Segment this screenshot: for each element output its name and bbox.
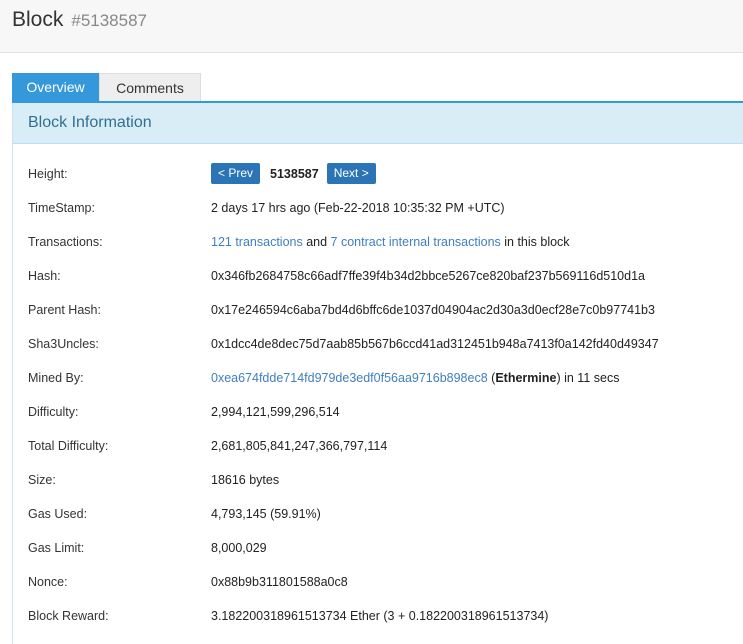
hash-value: 0x346fb2684758c66adf7ffe39f4b34d2bbce526… [211,269,645,283]
page-title-text: Block [12,8,64,31]
size-label: Size: [28,473,56,487]
gas-limit-label: Gas Limit: [28,541,85,555]
timestamp-value: 2 days 17 hrs ago (Feb-22-2018 10:35:32 … [211,201,505,215]
page-header: Block #5138587 [0,0,743,53]
gas-used-label: Gas Used: [28,507,88,521]
miner-address-link[interactable]: 0xea674fdde714fd979de3edf0f56aa9716b898e… [211,371,488,385]
prev-block-button[interactable]: < Prev [211,163,261,184]
size-value: 18616 bytes [211,473,280,487]
gas-used-value: 4,793,145 (59.91%) [211,507,321,521]
row-total-difficulty: Total Difficulty: 2,681,805,841,247,366,… [13,433,743,459]
row-parent-hash: Parent Hash: 0x17e246594c6aba7bd4d6bffc6… [13,297,743,323]
next-block-button[interactable]: Next > [326,163,376,184]
total-difficulty-label: Total Difficulty: [28,439,109,453]
row-difficulty: Difficulty: 2,994,121,599,296,514 [13,399,743,425]
tab-overview[interactable]: Overview [12,73,99,102]
row-size: Size: 18616 bytes [13,467,743,493]
row-gas-limit: Gas Limit: 8,000,029 [13,535,743,561]
gas-limit-value: 8,000,029 [211,541,267,555]
row-height: Height: < Prev 5138587 Next > [13,161,743,187]
height-label: Height: [28,167,68,181]
transactions-label: Transactions: [28,235,103,249]
row-sha3uncles: Sha3Uncles: 0x1dcc4de8dec75d7aab85b567b6… [13,331,743,357]
difficulty-value: 2,994,121,599,296,514 [211,405,340,419]
block-info-panel: Block Information Height: < Prev 5138587 N… [12,103,743,644]
block-reward-value: 3.182200318961513734 Ether (3 + 0.182200… [211,609,549,623]
mining-pool-name: Ethermine [495,371,557,385]
row-transactions: Transactions: 121 transactions and 7 con… [13,229,743,255]
transactions-suffix: in this block [500,235,570,249]
parent-hash-label: Parent Hash: [28,303,101,317]
row-nonce: Nonce: 0x88b9b311801588a0c8 [13,569,743,595]
tab-bar: Overview Comments [12,73,201,102]
difficulty-label: Difficulty: [28,405,79,419]
row-gas-used: Gas Used: 4,793,145 (59.91%) [13,501,743,527]
sha3uncles-label: Sha3Uncles: [28,337,99,351]
internal-transactions-link[interactable]: 7 contract internal transactions [331,235,501,249]
mined-by-close: ) in 11 secs [556,371,620,385]
timestamp-label: TimeStamp: [28,201,95,215]
sha3uncles-value: 0x1dcc4de8dec75d7aab85b567b6ccd41ad31245… [211,337,659,351]
hash-label: Hash: [28,269,61,283]
block-id: #5138587 [71,11,147,30]
transactions-value: 121 transactions and 7 contract internal… [211,235,570,249]
height-value: < Prev 5138587 Next > [211,163,376,184]
block-reward-label: Block Reward: [28,609,109,623]
row-timestamp: TimeStamp: 2 days 17 hrs ago (Feb-22-201… [13,195,743,221]
page-title: Block #5138587 [12,8,147,32]
parent-hash-link[interactable]: 0x17e246594c6aba7bd4d6bffc6de1037d04904a… [211,303,655,317]
total-difficulty-value: 2,681,805,841,247,366,797,114 [211,439,388,453]
block-height: 5138587 [270,166,319,181]
row-mined-by: Mined By: 0xea674fdde714fd979de3edf0f56a… [13,365,743,391]
transactions-and: and [302,235,331,249]
mined-by-value: 0xea674fdde714fd979de3edf0f56aa9716b898e… [211,371,619,385]
row-hash: Hash: 0x346fb2684758c66adf7ffe39f4b34d2b… [13,263,743,289]
mined-by-label: Mined By: [28,371,84,385]
row-block-reward: Block Reward: 3.182200318961513734 Ether… [13,603,743,629]
panel-title: Block Information [13,103,743,144]
tab-comments[interactable]: Comments [99,73,201,102]
transactions-link[interactable]: 121 transactions [211,235,303,249]
nonce-label: Nonce: [28,575,68,589]
nonce-value: 0x88b9b311801588a0c8 [211,575,348,589]
